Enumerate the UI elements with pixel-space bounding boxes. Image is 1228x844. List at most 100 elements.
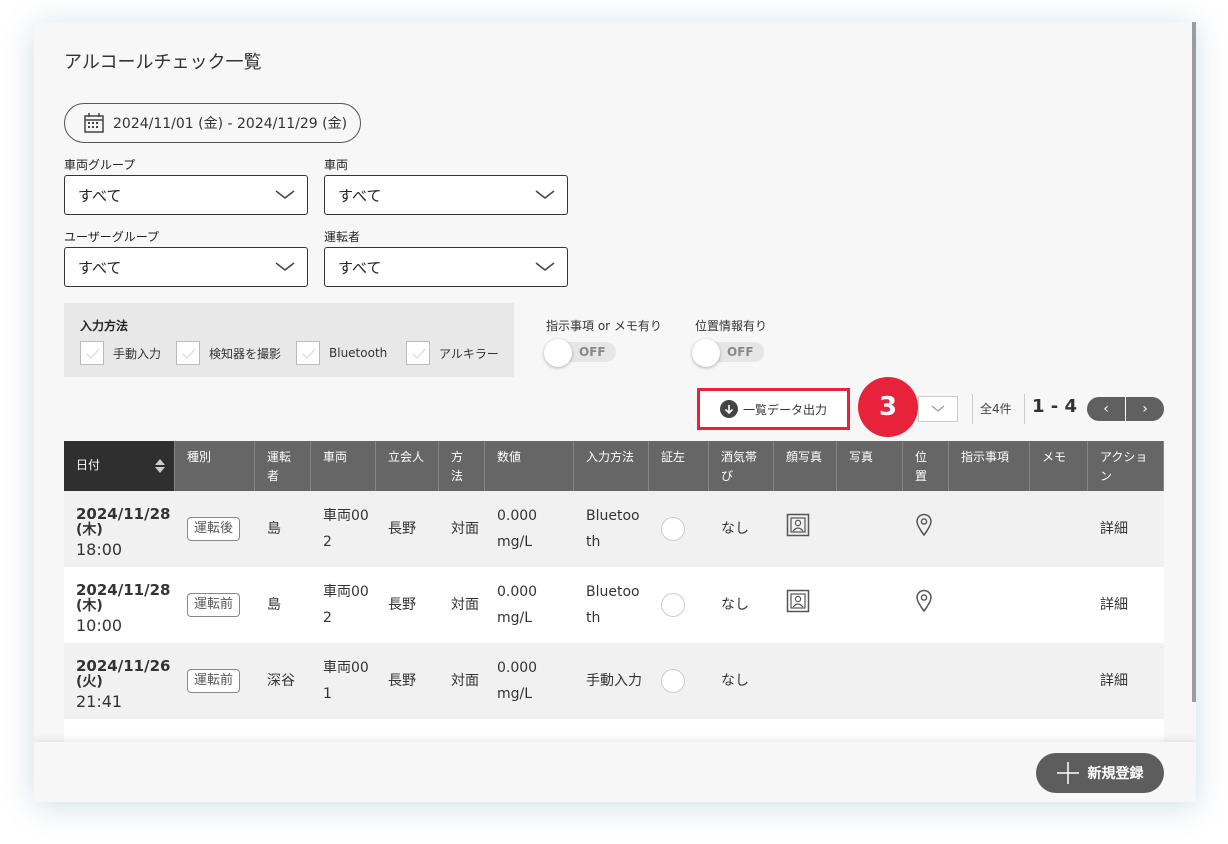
cell-photo — [837, 567, 903, 643]
column-header-memo[interactable]: メモ — [1030, 441, 1088, 491]
details-link[interactable]: 詳細 — [1100, 668, 1128, 694]
weekday-text: (木) — [76, 598, 103, 614]
date-range-picker[interactable]: 2024/11/01 (金) - 2024/11/29 (金) — [64, 103, 361, 143]
witness-text: 長野 — [388, 521, 416, 537]
cell-driver: 島 — [255, 567, 311, 643]
checkbox-box[interactable] — [406, 341, 430, 365]
table-row[interactable]: 2024/11/26 (火) 21:41 運転前 深谷 車両00 1 長野 対面 0.000 mg/… — [64, 643, 1164, 719]
vehicle-group-value: すべて — [78, 186, 122, 205]
footer-bar: 新規登録 — [34, 742, 1196, 802]
toggle-state: OFF — [727, 345, 754, 359]
cell-location — [903, 491, 949, 567]
plus-icon — [1056, 762, 1079, 784]
driver-label: 運転者 — [324, 230, 361, 244]
check-icon — [302, 348, 316, 359]
export-button[interactable]: 一覧データ出力 — [697, 388, 850, 430]
toggle-knob[interactable] — [544, 339, 572, 367]
cell-method: 対面 — [439, 567, 485, 643]
input-method-filter: 入力方法 手動入力 検知器を撮影 Bluetooth アルキラー — [64, 303, 514, 377]
column-header-label: 写真 — [849, 450, 874, 464]
column-header-photo[interactable]: 写真 — [837, 441, 903, 491]
calendar-icon — [84, 113, 104, 133]
alcohol-text: なし — [721, 673, 749, 689]
cell-photo — [837, 643, 903, 719]
cell-instruction — [949, 643, 1030, 719]
column-header-face-photo[interactable]: 顔写真 — [774, 441, 837, 491]
step-number-badge: 3 — [858, 377, 918, 437]
input-method-text: Bluetoo th — [586, 584, 640, 626]
prev-page-button[interactable]: ‹ — [1087, 397, 1126, 421]
column-header-witness[interactable]: 立会人 — [376, 441, 439, 491]
location-pin-icon[interactable] — [915, 513, 933, 546]
cell-witness: 長野 — [376, 567, 439, 643]
cell-memo — [1030, 491, 1088, 567]
instruction-toggle[interactable]: OFF — [544, 339, 618, 367]
chevron-down-icon — [931, 405, 945, 412]
chevron-down-icon — [275, 262, 295, 271]
scrollbar[interactable] — [1192, 22, 1196, 702]
vehicle-select[interactable]: すべて — [324, 175, 568, 215]
date-range-text: 2024/11/01 (金) - 2024/11/29 (金) — [113, 116, 348, 132]
chevron-down-icon — [275, 190, 295, 199]
details-link[interactable]: 詳細 — [1100, 592, 1128, 618]
table-row[interactable]: 2024/11/28 (木) 10:00 運転前 島 車両00 2 長野 対面 0.000 mg/L… — [64, 567, 1164, 643]
table-row[interactable]: 2024/11/28 (木) 18:00 運転後 島 車両00 2 長野 対面 0.000 mg/L… — [64, 491, 1164, 567]
checkbox-detector-photo[interactable]: 検知器を撮影 — [176, 341, 281, 365]
driver-value: すべて — [338, 258, 382, 277]
column-header-label: 指示事項 — [961, 450, 1010, 464]
column-header-value[interactable]: 数値 — [485, 441, 574, 491]
value-text: 0.000 mg/L — [497, 508, 538, 550]
column-header-driver[interactable]: 運転者 — [255, 441, 311, 491]
per-page-select[interactable] — [918, 396, 958, 422]
checkbox-label: アルキラー — [439, 346, 499, 361]
column-header-label: 立会人 — [388, 450, 425, 464]
user-group-select[interactable]: すべて — [64, 247, 308, 287]
column-header-type[interactable]: 種別 — [175, 441, 255, 491]
location-toggle[interactable]: OFF — [692, 339, 766, 367]
cell-vehicle: 車両00 1 — [311, 643, 376, 719]
column-header-input-method[interactable]: 入力方法 — [574, 441, 649, 491]
vehicle-group-label: 車両グループ — [64, 158, 136, 172]
vehicle-group-select[interactable]: すべて — [64, 175, 308, 215]
location-pin-icon[interactable] — [915, 589, 933, 622]
next-page-button[interactable]: › — [1126, 397, 1164, 421]
toggle-knob[interactable] — [692, 339, 720, 367]
pagination: ‹ › — [1087, 397, 1164, 421]
checkbox-box[interactable] — [296, 341, 320, 365]
column-header-method[interactable]: 方法 — [439, 441, 485, 491]
driver-select[interactable]: すべて — [324, 247, 568, 287]
face-photo-icon[interactable] — [786, 513, 810, 546]
cell-action: 詳細 — [1088, 643, 1164, 719]
checkbox-box[interactable] — [80, 341, 104, 365]
checkbox-box[interactable] — [176, 341, 200, 365]
column-header-date[interactable]: 日付 — [64, 441, 175, 491]
cell-photo — [837, 491, 903, 567]
details-link[interactable]: 詳細 — [1100, 516, 1128, 542]
checkbox-bluetooth[interactable]: Bluetooth — [296, 341, 387, 365]
cell-type: 運転後 — [175, 491, 255, 567]
cell-face-photo — [774, 567, 837, 643]
vehicle-value: すべて — [338, 186, 382, 205]
column-header-location[interactable]: 位置 — [903, 441, 949, 491]
location-toggle-label: 位置情報有り — [695, 319, 768, 333]
column-header-evidence[interactable]: 証左 — [649, 441, 709, 491]
column-header-label: アクション — [1100, 450, 1148, 483]
column-header-alcohol[interactable]: 酒気帯び — [709, 441, 774, 491]
new-registration-button[interactable]: 新規登録 — [1036, 753, 1164, 793]
checkbox-label: 手動入力 — [113, 346, 162, 361]
cell-memo — [1030, 643, 1088, 719]
sort-icon[interactable] — [154, 458, 166, 474]
column-header-vehicle[interactable]: 車両 — [311, 441, 376, 491]
alcohol-text: なし — [721, 597, 749, 613]
column-header-label: 運転者 — [267, 450, 292, 483]
checkbox-label: 検知器を撮影 — [209, 346, 282, 361]
checkbox-alkiller[interactable]: アルキラー — [406, 341, 499, 365]
user-group-value: すべて — [78, 258, 122, 277]
face-photo-icon[interactable] — [786, 589, 810, 622]
column-header-action[interactable]: アクション — [1088, 441, 1164, 491]
checkbox-manual[interactable]: 手動入力 — [80, 341, 161, 365]
cell-vehicle: 車両00 2 — [311, 491, 376, 567]
checkbox-label: Bluetooth — [329, 346, 388, 360]
column-header-label: 入力方法 — [586, 450, 635, 464]
column-header-instruction[interactable]: 指示事項 — [949, 441, 1030, 491]
